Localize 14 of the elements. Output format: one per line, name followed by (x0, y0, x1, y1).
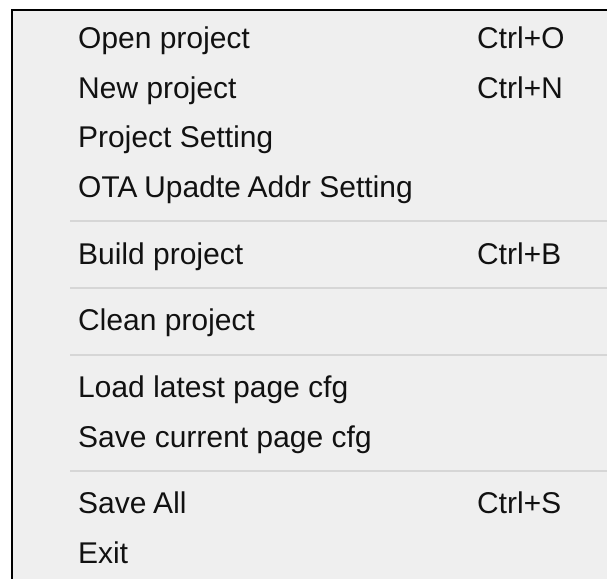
menu-item[interactable]: Build project Ctrl+B (13, 230, 607, 280)
menu-item[interactable]: Open project Ctrl+O (13, 14, 607, 64)
menu-item[interactable]: New project Ctrl+N (13, 64, 607, 114)
shortcut-label: Ctrl+S (477, 489, 562, 520)
shortcut-label: Ctrl+B (477, 240, 562, 270)
menu-item[interactable]: Exit (13, 529, 607, 579)
menu-item[interactable]: Save All Ctrl+S (13, 480, 607, 530)
menu-item[interactable]: Save current page cfg (13, 412, 607, 463)
menu-item[interactable]: Load latest page cfg (13, 363, 607, 413)
menu-item[interactable]: Project Setting (13, 113, 607, 164)
shortcut-label: Ctrl+O (477, 24, 565, 54)
menu-item[interactable]: Clean project (13, 296, 607, 346)
shortcut-label: Ctrl+N (477, 74, 563, 104)
menu-item[interactable]: OTA Upadte Addr Setting (13, 163, 607, 213)
